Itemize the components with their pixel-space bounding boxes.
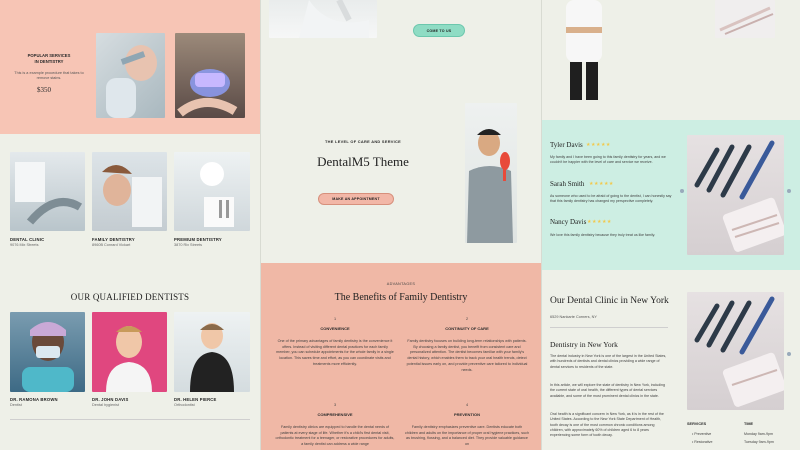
review-stars-1: ★★★★★ — [586, 142, 611, 148]
carousel-prev-dot[interactable] — [680, 189, 684, 193]
ny-para-1: The dental industry in New York is one o… — [550, 354, 667, 369]
benefit-text-1: One of the primary advantages of family … — [276, 339, 394, 366]
column-left: POPULAR SERVICES IN DENTISTRY This is a … — [0, 0, 260, 450]
dentist-role-1: Dentist — [10, 403, 22, 407]
column-right: Tyler Davis ★★★★★ My family and I have b… — [542, 0, 800, 450]
services-title: POPULAR SERVICES IN DENTISTRY — [27, 53, 71, 64]
dentist-role-3: Orthodontist — [174, 403, 195, 407]
service-item-2: • Restorative — [692, 440, 713, 444]
clinic-photo-1 — [10, 152, 85, 231]
clinic-name-1: DENTAL CLINIC — [10, 237, 45, 242]
service-item-2-label: Restorative — [694, 440, 713, 444]
benefit-num-2: 2 — [465, 317, 469, 321]
services-price: $350 — [37, 86, 51, 94]
review-text-2: As someone who used to be afraid of goin… — [550, 194, 672, 204]
dentist-name-2: DR. JOHN DAVIS — [92, 397, 129, 402]
service-item-1-label: Preventive — [694, 432, 712, 436]
clinic-name-3: PREMIUM DENTISTRY — [174, 237, 222, 242]
dentists-heading: OUR QUALIFIED DENTISTS — [70, 292, 190, 302]
dentist-photo-1 — [10, 312, 85, 392]
benefit-num-3: 3 — [333, 403, 337, 407]
make-appointment-button[interactable]: MAKE AN APPOINTMENT — [318, 193, 394, 205]
carousel-next-dot-2[interactable] — [787, 352, 791, 356]
dental-tools-photo-top — [715, 0, 775, 38]
services-desc: This is a example procedure that takes t… — [14, 71, 84, 80]
dental-procedure-photo — [96, 33, 165, 118]
dentist-name-3: DR. HELEN PIERCE — [174, 397, 217, 402]
benefit-title-4: PREVENTION — [453, 412, 480, 417]
column-middle: COME TO US THE LEVEL OF CARE AND SERVICE… — [261, 0, 541, 450]
come-to-us-button[interactable]: COME TO US — [413, 24, 465, 37]
clinic-address: 6529 Nankarte Corners, NY — [550, 315, 597, 319]
benefit-num-1: 1 — [333, 317, 337, 321]
dentist-standing-photo — [550, 0, 618, 100]
review-name-3: Nancy Davis — [550, 218, 587, 226]
dental-tools-photo-2 — [687, 292, 784, 410]
clinic-address-3: 3870 Rix Streets — [174, 243, 203, 247]
benefit-text-2: Family dentistry focuses on building lon… — [406, 339, 528, 372]
time-item-2: Tuesday 9am-9pm — [744, 440, 774, 444]
dentist-photo-2 — [92, 312, 167, 392]
clinic-photo-3 — [174, 152, 250, 231]
theme-title: DentalM5 Theme — [317, 154, 409, 169]
clinic-heading: Our Dental Clinic in New York — [550, 296, 669, 306]
section-divider — [10, 419, 250, 420]
services-label: SERVICES — [687, 422, 707, 426]
benefit-text-3: Family dentistry clinics are equipped to… — [275, 425, 395, 447]
dental-tools-photo — [687, 135, 784, 255]
clinic-photo-2 — [92, 152, 167, 231]
care-kicker: THE LEVEL OF CARE AND SERVICE — [324, 139, 402, 144]
clinic-name-2: FAMILY DENTISTRY — [92, 237, 135, 242]
clinic-divider — [550, 327, 668, 328]
benefit-text-4: Family dentistry emphasizes preventive c… — [405, 425, 530, 447]
dentist-name-1: DR. RAMONA BROWN — [10, 397, 58, 402]
dentist-role-2: Dental hygienist — [92, 403, 120, 407]
ny-para-2: In this article, we will explore the sta… — [550, 383, 666, 398]
clinic-address-2: 8960B Conrard Vickart — [92, 243, 131, 247]
review-stars-2: ★★★★★ — [589, 181, 614, 187]
dentist-photo-3 — [174, 312, 250, 392]
benefit-title-2: CONTINUITY OF CARE — [445, 326, 489, 331]
benefits-title: The Benefits of Family Dentistry — [334, 292, 468, 303]
benefit-num-4: 4 — [465, 403, 469, 407]
benefit-title-1: CONVENIENCE — [320, 326, 350, 331]
carousel-next-dot[interactable] — [787, 189, 791, 193]
review-name-2: Sarah Smith — [550, 180, 585, 188]
time-item-1: Monday 9am-9pm — [744, 432, 773, 436]
review-name-1: Tyler Davis — [550, 141, 583, 149]
advantages-label: ADVANTAGES — [386, 282, 416, 286]
ny-heading: Dentistry in New York — [550, 340, 618, 349]
smiling-patient-photo — [465, 103, 517, 243]
review-stars-3: ★★★★★ — [587, 219, 612, 225]
dentist-at-work-photo — [269, 0, 377, 38]
review-text-3: We love this family dentistry because th… — [550, 233, 656, 237]
review-text-1: My family and I have been going to this … — [550, 155, 666, 165]
dental-device-photo — [175, 33, 245, 118]
clinic-address-1: 9076 Mix Streets — [10, 243, 39, 247]
ny-para-3: Oral health is a significant concern in … — [550, 412, 664, 438]
time-label: TIME — [744, 422, 754, 426]
service-item-1: • Preventive — [692, 432, 712, 436]
benefit-title-3: COMPREHENSIVE — [317, 412, 353, 417]
